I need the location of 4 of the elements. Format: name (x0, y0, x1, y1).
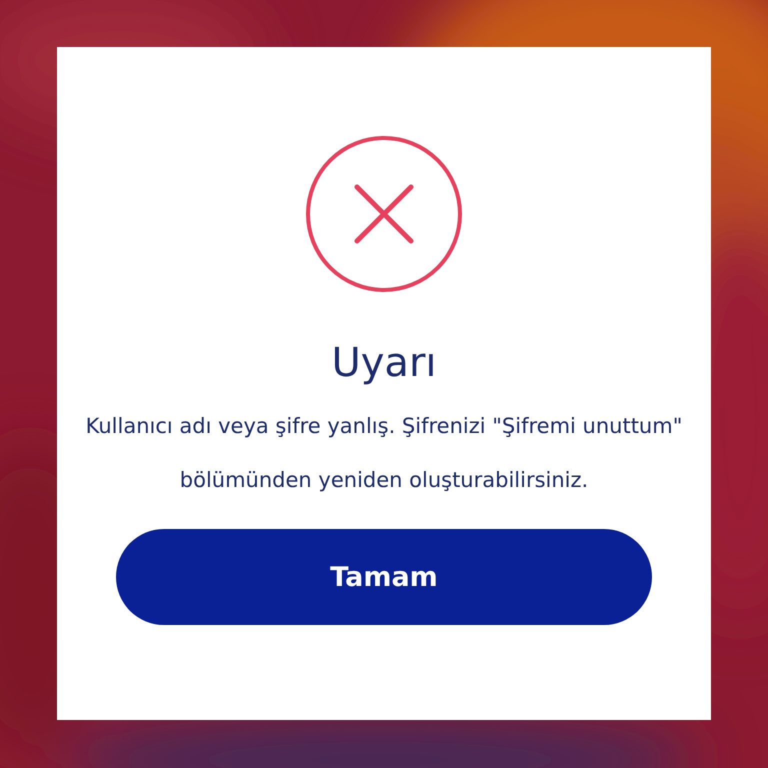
ok-button[interactable]: Tamam (116, 529, 652, 625)
dialog-title: Uyarı (331, 339, 437, 387)
dialog-message: Kullanıcı adı veya şifre yanlış. Şifrenizi "Şifremi unuttum" bölümünden yeniden oluşturabilirsiniz. (84, 413, 684, 494)
error-icon (305, 135, 463, 293)
